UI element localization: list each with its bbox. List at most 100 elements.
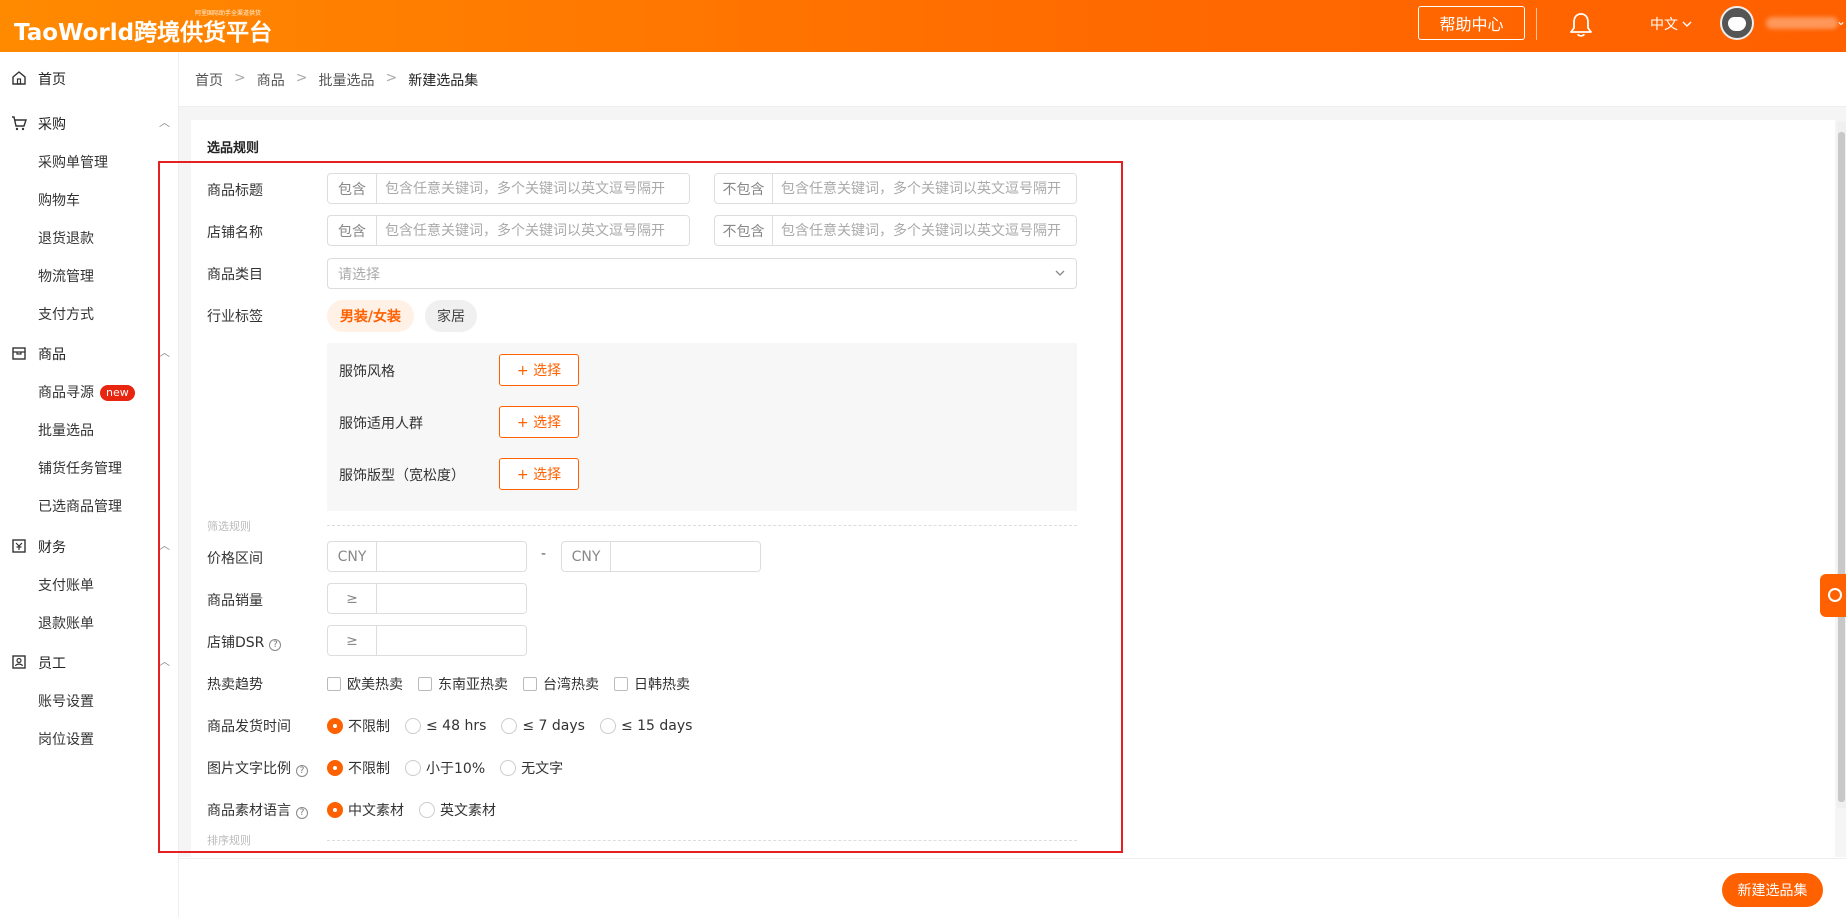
price-max-input[interactable] [611, 542, 760, 571]
label-dsr: 店铺DSR? [207, 632, 282, 652]
breadcrumb-goods[interactable]: 商品 [257, 70, 285, 90]
trend-checkbox-taiwan[interactable]: 台湾热卖 [523, 674, 599, 694]
breadcrumb-separator-icon: > [295, 70, 308, 86]
choose-audience-button[interactable]: + 选择 [499, 406, 579, 438]
cart-icon [12, 116, 27, 131]
sidebar-item-label: 首页 [38, 72, 66, 88]
sidebar-group-label: 财务 [38, 540, 66, 556]
help-icon[interactable]: ? [296, 807, 308, 819]
checkbox-label: 欧美热卖 [347, 677, 403, 693]
radio-label: ≤ 7 days [522, 718, 585, 734]
username-blurred[interactable] [1766, 17, 1838, 29]
lang-radio-english[interactable]: 英文素材 [419, 800, 496, 820]
ship-radio-48h[interactable]: ≤ 48 hrs [405, 718, 486, 734]
user-chevron-icon[interactable]: ⌄ [1836, 14, 1846, 28]
breadcrumb-home[interactable]: 首页 [195, 70, 223, 90]
lang-radio-chinese[interactable]: 中文素材 [327, 800, 404, 820]
title-include-input[interactable] [377, 174, 689, 203]
attr-style-label: 服饰风格 [339, 364, 395, 380]
sidebar-item-returns[interactable]: 退货退款 [38, 228, 94, 248]
help-icon[interactable]: ? [296, 765, 308, 777]
sidebar-item-account-settings[interactable]: 账号设置 [38, 691, 94, 711]
label-category: 商品类目 [207, 267, 263, 283]
sidebar-item-listing-tasks[interactable]: 铺货任务管理 [38, 458, 122, 478]
avatar[interactable] [1720, 6, 1754, 40]
avatar-face-icon [1728, 17, 1746, 31]
sidebar-item-payment-bills[interactable]: 支付账单 [38, 575, 94, 595]
label-industry: 行业标签 [207, 309, 263, 325]
checkbox-label: 东南亚热卖 [438, 677, 508, 693]
choose-style-button[interactable]: + 选择 [499, 354, 579, 386]
ship-radio-7d[interactable]: ≤ 7 days [501, 718, 585, 734]
sidebar: 首页 采购 ︿ 采购单管理 购物车 退货退款 物流管理 支付方式 商品 ︿ 商品… [0, 52, 179, 917]
checkbox-label: 日韩热卖 [634, 677, 690, 693]
sidebar-item-selected-goods[interactable]: 已选商品管理 [38, 496, 122, 516]
img-radio-lt10[interactable]: 小于10% [405, 758, 485, 778]
logo-text: TaoWorld跨境供货平台 [14, 20, 273, 46]
sidebar-group-purchase[interactable]: 采购 ︿ [0, 108, 179, 138]
sidebar-group-staff[interactable]: 员工 ︿ [0, 647, 179, 677]
shop-exclude-input[interactable] [773, 216, 1076, 245]
language-select[interactable]: 中文 [1650, 14, 1692, 34]
ship-radio-15d[interactable]: ≤ 15 days [599, 718, 693, 734]
sidebar-group-finance[interactable]: 财务 ︿ [0, 531, 179, 561]
trend-checkbox-sea[interactable]: 东南亚热卖 [418, 674, 508, 694]
industry-attributes-panel [327, 343, 1077, 511]
radio-label: ≤ 15 days [620, 718, 693, 734]
chevron-up-icon[interactable]: ︿ [159, 537, 170, 553]
header-divider [1536, 8, 1537, 40]
category-select[interactable]: 请选择 [327, 258, 1077, 289]
radio-selected-icon [327, 760, 343, 776]
radio-label: 不限制 [348, 719, 390, 735]
title-exclude-input[interactable] [773, 174, 1076, 203]
breadcrumb-batch[interactable]: 批量选品 [318, 70, 374, 90]
chevron-up-icon[interactable]: ︿ [159, 344, 170, 360]
img-radio-notext[interactable]: 无文字 [500, 758, 563, 778]
logo[interactable]: TaoWorld跨境供货平台 阿里国际助手全渠道供货 [14, 10, 273, 47]
price-min-input[interactable] [377, 542, 526, 571]
radio-label: ≤ 48 hrs [426, 718, 487, 734]
goods-icon [12, 347, 26, 360]
sidebar-item-cart[interactable]: 购物车 [38, 190, 80, 210]
trend-checkbox-western[interactable]: 欧美热卖 [327, 674, 403, 694]
sidebar-item-refund-bills[interactable]: 退款账单 [38, 613, 94, 633]
trend-checkbox-jpkr[interactable]: 日韩热卖 [614, 674, 690, 694]
sidebar-item-role-settings[interactable]: 岗位设置 [38, 729, 94, 749]
sidebar-item-sourcing[interactable]: 商品寻源 new [38, 382, 135, 402]
sidebar-item-logistics[interactable]: 物流管理 [38, 266, 94, 286]
tag-home[interactable]: 家居 [425, 300, 477, 332]
help-center-button[interactable]: 帮助中心 [1418, 6, 1525, 40]
sidebar-item-batch-selection[interactable]: 批量选品 [38, 420, 94, 440]
tag-apparel[interactable]: 男装/女装 [327, 300, 414, 332]
shop-include-input[interactable] [377, 216, 689, 245]
include-addon: 包含 [328, 216, 377, 245]
breadcrumb-current: 新建选品集 [408, 73, 479, 89]
sidebar-group-goods[interactable]: 商品 ︿ [0, 338, 179, 368]
sales-input[interactable] [377, 584, 526, 613]
scrollbar[interactable] [1837, 122, 1846, 808]
dsr-input[interactable] [377, 626, 526, 655]
radio-label: 中文素材 [348, 803, 404, 819]
sidebar-item-purchase-orders[interactable]: 采购单管理 [38, 152, 108, 172]
ship-radio-unlimited[interactable]: 不限制 [327, 716, 390, 736]
bell-icon[interactable] [1568, 11, 1594, 39]
label-img-ratio: 图片文字比例? [207, 758, 308, 778]
chevron-up-icon[interactable]: ︿ [159, 114, 170, 130]
radio-icon [405, 718, 421, 734]
radio-label: 不限制 [348, 761, 390, 777]
price-min-input-group: CNY [327, 541, 527, 572]
sidebar-item-home[interactable]: 首页 [0, 63, 179, 93]
customer-service-tab[interactable] [1820, 574, 1846, 617]
radio-selected-icon [327, 718, 343, 734]
currency-addon: CNY [562, 542, 611, 571]
chevron-up-icon[interactable]: ︿ [159, 653, 170, 669]
staff-icon [12, 655, 26, 669]
help-icon[interactable]: ? [269, 639, 282, 651]
scrollbar-thumb[interactable] [1838, 132, 1845, 802]
sidebar-item-label: 商品寻源 [38, 385, 94, 401]
radio-icon [599, 718, 616, 734]
sidebar-item-payment[interactable]: 支付方式 [38, 304, 94, 324]
img-radio-unlimited[interactable]: 不限制 [327, 758, 390, 778]
choose-fit-button[interactable]: + 选择 [499, 458, 579, 490]
create-selection-button[interactable]: 新建选品集 [1722, 873, 1823, 907]
